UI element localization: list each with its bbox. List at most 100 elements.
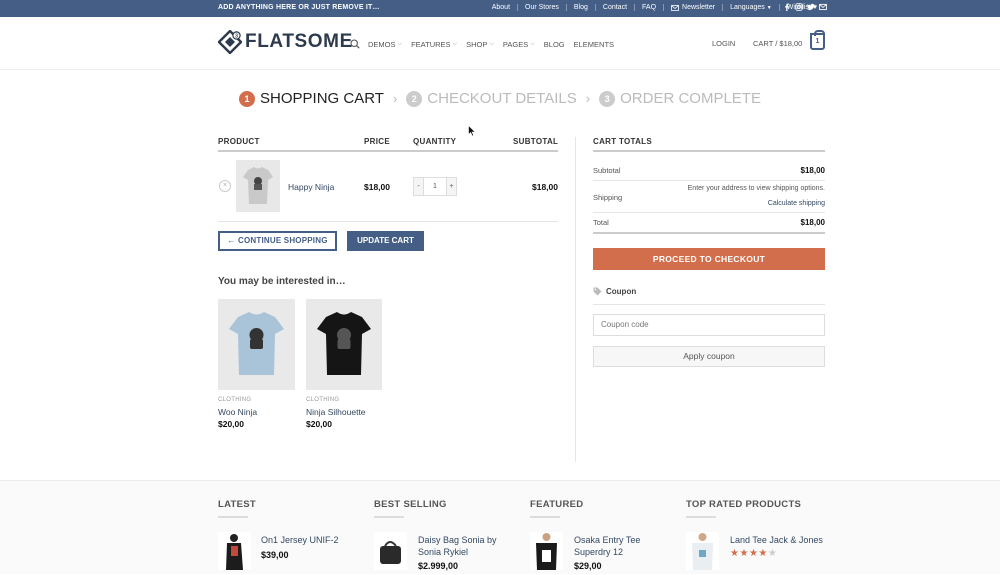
nav-label-features: FEATURES bbox=[411, 39, 451, 49]
product-price: $20,00 bbox=[218, 419, 244, 429]
newsletter-label: Newsletter bbox=[682, 4, 716, 11]
cart-product-subtotal: $18,00 bbox=[532, 182, 558, 192]
top-link-languages[interactable]: Languages ▼ bbox=[722, 4, 779, 11]
footer-column-top-rated: TOP RATED PRODUCTS bbox=[686, 499, 801, 518]
shipping-label: Shipping bbox=[593, 193, 623, 202]
table-row-divider bbox=[218, 221, 558, 222]
top-link-faq[interactable]: FAQ bbox=[634, 4, 663, 11]
product-thumbnail[interactable] bbox=[236, 160, 280, 212]
product-thumbnail[interactable] bbox=[218, 532, 251, 570]
nav-item-features[interactable]: FEATURES ⌵ bbox=[411, 40, 457, 49]
col-header-subtotal: SUBTOTAL bbox=[513, 137, 559, 146]
search-icon[interactable] bbox=[350, 39, 360, 49]
product-category: CLOTHING bbox=[306, 397, 340, 403]
footer-column-latest: LATEST bbox=[218, 499, 256, 518]
cart-link[interactable]: CART / $18,00 bbox=[753, 39, 802, 48]
quantity-plus-button[interactable]: + bbox=[446, 177, 457, 196]
footer-column-title: BEST SELLING bbox=[374, 499, 447, 510]
cart-product-name[interactable]: Happy Ninja bbox=[288, 182, 334, 192]
nav-item-pages[interactable]: PAGES ⌵ bbox=[503, 40, 535, 49]
table-header-divider bbox=[218, 150, 558, 152]
product-name[interactable]: Ninja Silhouette bbox=[306, 407, 366, 417]
mouse-cursor-icon bbox=[468, 125, 476, 137]
nav-label-demos: DEMOS bbox=[368, 39, 396, 49]
total-value: $18,00 bbox=[800, 218, 825, 227]
footer-product-price: $39,00 bbox=[261, 550, 289, 560]
quantity-input[interactable]: 1 bbox=[424, 177, 446, 196]
coupon-code-input[interactable]: Coupon code bbox=[593, 314, 825, 336]
email-icon[interactable] bbox=[819, 3, 827, 11]
promo-text: ADD ANYTHING HERE OR JUST REMOVE IT… bbox=[218, 4, 380, 11]
top-link-blog[interactable]: Blog bbox=[565, 4, 595, 11]
step-number: 1 bbox=[239, 90, 256, 107]
product-price: $20,00 bbox=[306, 419, 332, 429]
top-link-our-stores[interactable]: Our Stores bbox=[517, 4, 566, 11]
footer-title-underline bbox=[530, 516, 560, 518]
nav-item-blog[interactable]: BLOG bbox=[544, 40, 565, 49]
step-shopping-cart[interactable]: 1 SHOPPING CART bbox=[239, 90, 384, 107]
step-number: 2 bbox=[406, 90, 423, 107]
step-checkout-details[interactable]: 2 CHECKOUT DETAILS bbox=[406, 90, 577, 107]
facebook-icon[interactable] bbox=[783, 3, 791, 11]
totals-divider bbox=[593, 180, 825, 181]
footer-title-underline bbox=[686, 516, 716, 518]
product-thumbnail[interactable] bbox=[686, 532, 719, 570]
nav-item-shop[interactable]: SHOP ⌵ bbox=[466, 40, 494, 49]
chevron-right-icon: › bbox=[585, 91, 591, 106]
quantity-stepper[interactable]: - 1 + bbox=[413, 177, 457, 196]
nav-item-demos[interactable]: DEMOS ⌵ bbox=[368, 40, 402, 49]
footer-product-name[interactable]: On1 Jersey UNIF-2 bbox=[261, 535, 356, 545]
login-link[interactable]: LOGIN bbox=[712, 39, 735, 48]
col-header-product: PRODUCT bbox=[218, 137, 260, 146]
top-bar: ADD ANYTHING HERE OR JUST REMOVE IT… Abo… bbox=[0, 0, 1000, 17]
product-image[interactable] bbox=[306, 299, 382, 390]
chevron-down-icon: ⌵ bbox=[397, 40, 403, 47]
main-header: 3 FLATSOME DEMOS ⌵ FEATURES ⌵ SHOP ⌵ PAGES ⌵… bbox=[0, 17, 1000, 70]
top-link-contact[interactable]: Contact bbox=[594, 4, 634, 11]
remove-item-button[interactable]: × bbox=[219, 180, 231, 192]
product-photo bbox=[536, 533, 557, 570]
tag-icon bbox=[593, 287, 602, 296]
interested-title: You may be interested in… bbox=[218, 276, 346, 287]
product-photo bbox=[380, 541, 401, 564]
calculate-shipping-link[interactable]: Calculate shipping bbox=[768, 200, 825, 207]
top-link-about[interactable]: About bbox=[485, 4, 517, 11]
nav-label-pages: PAGES bbox=[502, 39, 529, 49]
update-cart-button[interactable]: UPDATE CART bbox=[347, 231, 424, 251]
tshirt-icon bbox=[317, 312, 371, 375]
step-number: 3 bbox=[599, 90, 616, 107]
twitter-icon[interactable] bbox=[807, 3, 815, 11]
product-name[interactable]: Woo Ninja bbox=[218, 407, 257, 417]
product-photo bbox=[692, 533, 713, 570]
col-header-quantity: QUANTITY bbox=[413, 137, 457, 146]
quantity-minus-button[interactable]: - bbox=[413, 177, 424, 196]
site-logo[interactable]: 3 FLATSOME bbox=[218, 30, 353, 54]
product-thumbnail[interactable] bbox=[530, 532, 563, 570]
footer-product-name[interactable]: Land Tee Jack & Jones bbox=[730, 535, 830, 545]
footer-column-featured: FEATURED bbox=[530, 499, 583, 518]
shipping-note: Enter your address to view shipping opti… bbox=[687, 185, 825, 192]
footer-product-price: $2.999,00 bbox=[418, 561, 459, 571]
footer-product-name[interactable]: Osaka Entry Tee Superdry 12 bbox=[574, 535, 669, 558]
cart-totals-title: CART TOTALS bbox=[593, 137, 652, 146]
col-header-price: PRICE bbox=[364, 137, 390, 146]
product-thumbnail[interactable] bbox=[374, 532, 407, 570]
chevron-down-icon: ⌵ bbox=[452, 40, 458, 47]
star-icon: ★ bbox=[758, 548, 768, 559]
instagram-icon[interactable] bbox=[795, 3, 803, 11]
svg-text:3: 3 bbox=[235, 33, 238, 39]
top-link-newsletter[interactable]: Newsletter bbox=[663, 4, 722, 11]
cart-icon[interactable]: 1 bbox=[810, 30, 825, 50]
product-image[interactable] bbox=[218, 299, 295, 390]
continue-shopping-button[interactable]: ← CONTINUE SHOPPING bbox=[218, 231, 337, 251]
coupon-divider bbox=[593, 304, 825, 305]
chevron-down-icon: ▼ bbox=[766, 4, 772, 11]
footer-column-title: TOP RATED PRODUCTS bbox=[686, 499, 802, 510]
footer-product-name[interactable]: Daisy Bag Sonia by Sonia Rykiel bbox=[418, 535, 513, 558]
nav-item-elements[interactable]: ELEMENTS bbox=[574, 40, 614, 49]
star-icon: ★ bbox=[748, 548, 759, 559]
apply-coupon-button[interactable]: Apply coupon bbox=[593, 346, 825, 367]
step-order-complete[interactable]: 3 ORDER COMPLETE bbox=[599, 90, 761, 107]
proceed-to-checkout-button[interactable]: PROCEED TO CHECKOUT bbox=[593, 248, 825, 270]
languages-label: Languages bbox=[730, 4, 765, 11]
